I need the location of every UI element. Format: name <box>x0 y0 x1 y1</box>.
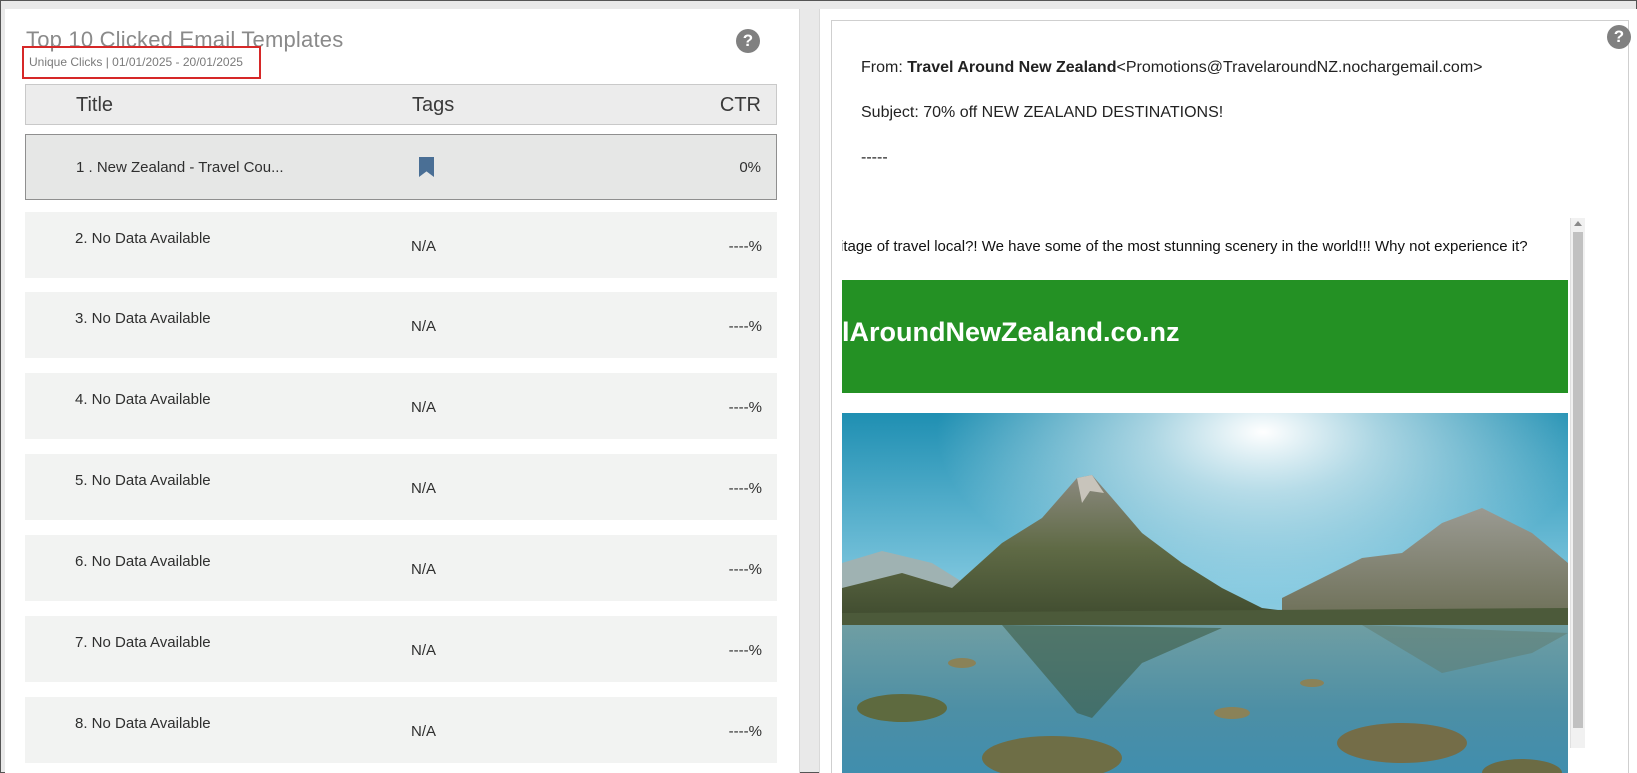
template-title: 5. No Data Available <box>75 472 211 489</box>
template-title: 7. No Data Available <box>75 634 211 651</box>
table-row[interactable]: 2. No Data Available N/A ----% <box>25 212 777 278</box>
app-frame: Top 10 Clicked Email Templates Unique Cl… <box>0 0 1637 773</box>
email-preview-panel: From: Travel Around New Zealand<Promotio… <box>819 9 1637 773</box>
table-row[interactable]: 3. No Data Available N/A ----% <box>25 292 777 358</box>
scrollbar-thumb[interactable] <box>1573 232 1583 728</box>
email-scrollbar[interactable] <box>1570 218 1585 748</box>
table-header: Title Tags CTR <box>25 84 777 125</box>
template-tags: N/A <box>411 723 437 740</box>
email-body[interactable]: itage of travel local?! We have some of … <box>842 218 1568 773</box>
template-tags: N/A <box>411 399 437 416</box>
scroll-up-icon[interactable] <box>1574 221 1582 226</box>
template-ctr: ----% <box>728 642 762 659</box>
email-separator: ----- <box>861 149 888 166</box>
column-header-tags[interactable]: Tags <box>412 94 454 117</box>
email-banner: lAroundNewZealand.co.nz <box>842 280 1568 393</box>
column-header-title[interactable]: Title <box>76 94 113 117</box>
email-from-line: From: Travel Around New Zealand<Promotio… <box>861 59 1483 77</box>
template-title: 8. No Data Available <box>75 715 211 732</box>
template-ctr: ----% <box>728 238 762 255</box>
template-title: 6. No Data Available <box>75 553 211 570</box>
email-preview: From: Travel Around New Zealand<Promotio… <box>831 20 1629 773</box>
table-row[interactable]: 5. No Data Available N/A ----% <box>25 454 777 520</box>
table-row[interactable]: 7. No Data Available N/A ----% <box>25 616 777 682</box>
template-ctr: ----% <box>728 480 762 497</box>
template-tags: N/A <box>411 318 437 335</box>
from-label: From: <box>861 59 903 76</box>
table-row[interactable]: 8. No Data Available N/A ----% <box>25 697 777 763</box>
column-header-ctr[interactable]: CTR <box>720 94 761 117</box>
help-icon[interactable]: ? <box>736 29 760 53</box>
template-tags: N/A <box>411 238 437 255</box>
table-row[interactable]: 1 . New Zealand - Travel Cou... 0% <box>25 134 777 200</box>
table-row[interactable]: 6. No Data Available N/A ----% <box>25 535 777 601</box>
sender-name: Travel Around New Zealand <box>907 59 1117 76</box>
template-ctr: ----% <box>728 399 762 416</box>
help-icon[interactable]: ? <box>1607 25 1631 49</box>
template-ctr: ----% <box>728 318 762 335</box>
sender-email: <Promotions@TravelaroundNZ.nochargemail.… <box>1116 59 1483 76</box>
bookmark-icon[interactable] <box>419 157 434 177</box>
template-title: 4. No Data Available <box>75 391 211 408</box>
top-templates-panel: Top 10 Clicked Email Templates Unique Cl… <box>5 9 800 773</box>
mountain-lake-photo <box>842 413 1568 773</box>
template-ctr: ----% <box>728 561 762 578</box>
template-title: 1 . New Zealand - Travel Cou... <box>76 159 284 176</box>
email-body-text: itage of travel local?! We have some of … <box>842 238 1528 255</box>
template-tags: N/A <box>411 561 437 578</box>
template-tags: N/A <box>411 642 437 659</box>
template-title: 2. No Data Available <box>75 230 211 247</box>
table-row[interactable]: 4. No Data Available N/A ----% <box>25 373 777 439</box>
date-range-label: Unique Clicks | 01/01/2025 - 20/01/2025 <box>22 46 261 79</box>
email-subject: Subject: 70% off NEW ZEALAND DESTINATION… <box>861 104 1224 121</box>
template-ctr: ----% <box>728 723 762 740</box>
template-ctr: 0% <box>739 159 761 176</box>
banner-text: lAroundNewZealand.co.nz <box>842 317 1180 347</box>
template-tags: N/A <box>411 480 437 497</box>
template-title: 3. No Data Available <box>75 310 211 327</box>
